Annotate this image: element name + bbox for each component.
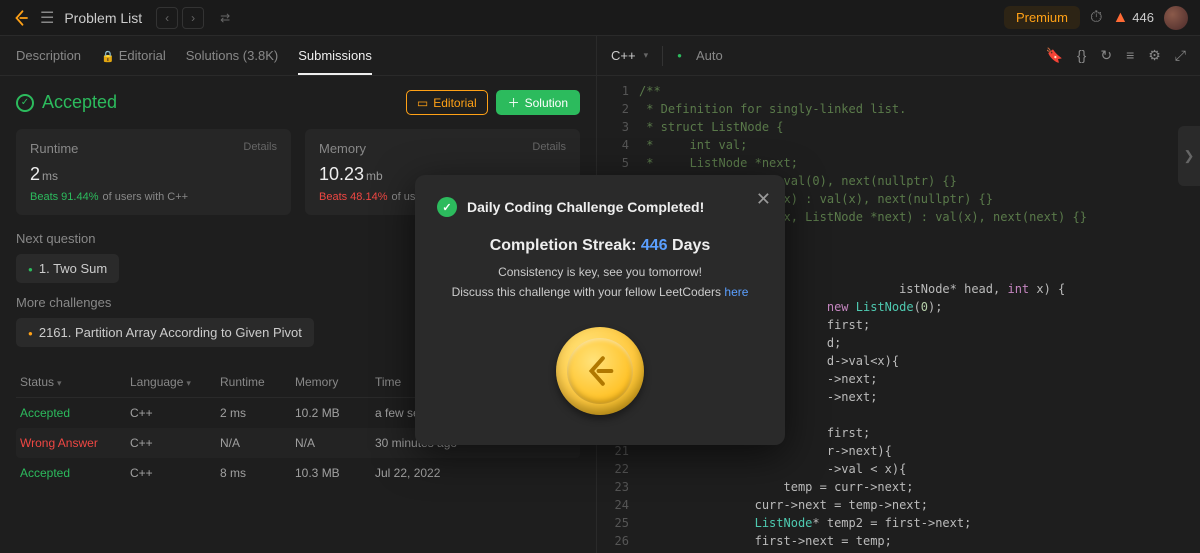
runtime-details-link[interactable]: Details: [243, 141, 277, 156]
next-problem-button[interactable]: ›: [182, 7, 204, 29]
editorial-button[interactable]: ▭Editorial: [406, 90, 488, 115]
timer-icon[interactable]: ⏱: [1090, 9, 1102, 27]
solution-button[interactable]: ＋Solution: [496, 90, 580, 115]
tab-solutions[interactable]: Solutions (3.8K): [186, 48, 279, 63]
list-icon[interactable]: ☰: [40, 8, 54, 28]
plus-icon: ＋: [508, 94, 520, 111]
table-row[interactable]: Accepted C++ 8 ms 10.3 MB Jul 22, 2022: [16, 458, 580, 488]
row-memory: 10.2 MB: [295, 406, 375, 420]
more-challenge-chip[interactable]: ●2161. Partition Array According to Give…: [16, 318, 314, 347]
difficulty-dot-icon: ●: [28, 329, 33, 338]
flame-icon: ▲: [1112, 9, 1128, 27]
check-circle-icon: ✓: [16, 94, 34, 112]
memory-label: Memory: [319, 141, 366, 156]
bookmark-icon[interactable]: 🔖: [1046, 47, 1063, 64]
coin-badge: [556, 327, 644, 415]
row-lang: C++: [130, 406, 220, 420]
leetcode-logo-icon[interactable]: [12, 9, 30, 27]
tab-submissions[interactable]: Submissions: [298, 48, 372, 75]
row-status: Wrong Answer: [20, 436, 130, 450]
next-question-chip[interactable]: ●1. Two Sum: [16, 254, 119, 283]
difficulty-dot-icon: ●: [28, 265, 33, 274]
leetcode-coin-icon: [583, 354, 617, 388]
daily-challenge-modal: ✕ ✓ Daily Coding Challenge Completed! Co…: [415, 175, 785, 445]
col-lang[interactable]: Language▾: [130, 375, 220, 389]
autocomplete-dot-icon: ●: [677, 51, 682, 60]
top-bar: ☰ Problem List ‹ › ⇄ Premium ⏱ ▲ 446: [0, 0, 1200, 36]
row-time: Jul 22, 2022: [375, 466, 576, 480]
modal-title: Daily Coding Challenge Completed!: [467, 199, 704, 215]
shuffle-button[interactable]: ⇄: [214, 7, 236, 29]
result-status: ✓ Accepted: [16, 92, 117, 113]
col-status[interactable]: Status▾: [20, 375, 130, 389]
problem-list-label[interactable]: Problem List: [64, 10, 142, 26]
problem-tabs: Description 🔒Editorial Solutions (3.8K) …: [0, 36, 596, 76]
chevron-down-icon: ▾: [186, 378, 191, 388]
book-icon: ▭: [417, 96, 428, 110]
check-circle-icon: ✓: [437, 197, 457, 217]
editor-side-tab[interactable]: ❯: [1178, 126, 1200, 186]
avatar[interactable]: [1164, 6, 1188, 30]
row-runtime: 8 ms: [220, 466, 295, 480]
memory-value: 10.23: [319, 164, 364, 184]
language-select[interactable]: C++▾: [611, 48, 648, 63]
close-icon[interactable]: ✕: [756, 189, 771, 210]
tab-editorial[interactable]: 🔒Editorial: [101, 48, 166, 63]
reset-icon[interactable]: ↻: [1100, 47, 1112, 64]
chevron-down-icon: ▾: [57, 378, 62, 388]
runtime-value: 2: [30, 164, 40, 184]
runtime-label: Runtime: [30, 141, 78, 156]
row-runtime: N/A: [220, 436, 295, 450]
streak-value: 446: [1132, 10, 1154, 25]
autocomplete-label: Auto: [696, 48, 723, 63]
row-status: Accepted: [20, 406, 130, 420]
row-memory: N/A: [295, 436, 375, 450]
runtime-card: RuntimeDetails 2ms Beats 91.44%of users …: [16, 129, 291, 215]
modal-subtitle-1: Consistency is key, see you tomorrow!: [437, 265, 763, 279]
row-memory: 10.3 MB: [295, 466, 375, 480]
lock-icon: 🔒: [101, 51, 115, 63]
premium-button[interactable]: Premium: [1004, 6, 1080, 29]
fullscreen-icon[interactable]: ⤢: [1175, 47, 1186, 64]
row-status: Accepted: [20, 466, 130, 480]
row-lang: C++: [130, 436, 220, 450]
row-lang: C++: [130, 466, 220, 480]
row-runtime: 2 ms: [220, 406, 295, 420]
memory-details-link[interactable]: Details: [532, 141, 566, 156]
streak-counter[interactable]: ▲ 446: [1112, 9, 1154, 27]
modal-subtitle-2: Discuss this challenge with your fellow …: [437, 285, 763, 299]
code-toolbar: C++▾ ● Auto 🔖 {} ↻ ≡ ⚙ ⤢: [597, 36, 1200, 76]
streak-line: Completion Streak: 446 Days: [437, 237, 763, 255]
braces-icon[interactable]: {}: [1077, 47, 1086, 64]
prev-problem-button[interactable]: ‹: [156, 7, 178, 29]
col-runtime[interactable]: Runtime: [220, 375, 295, 389]
discuss-link[interactable]: here: [724, 285, 748, 299]
tab-description[interactable]: Description: [16, 48, 81, 63]
notes-icon[interactable]: ≡: [1126, 47, 1134, 64]
chevron-down-icon: ▾: [644, 50, 649, 61]
settings-icon[interactable]: ⚙: [1148, 47, 1161, 64]
col-memory[interactable]: Memory: [295, 375, 375, 389]
